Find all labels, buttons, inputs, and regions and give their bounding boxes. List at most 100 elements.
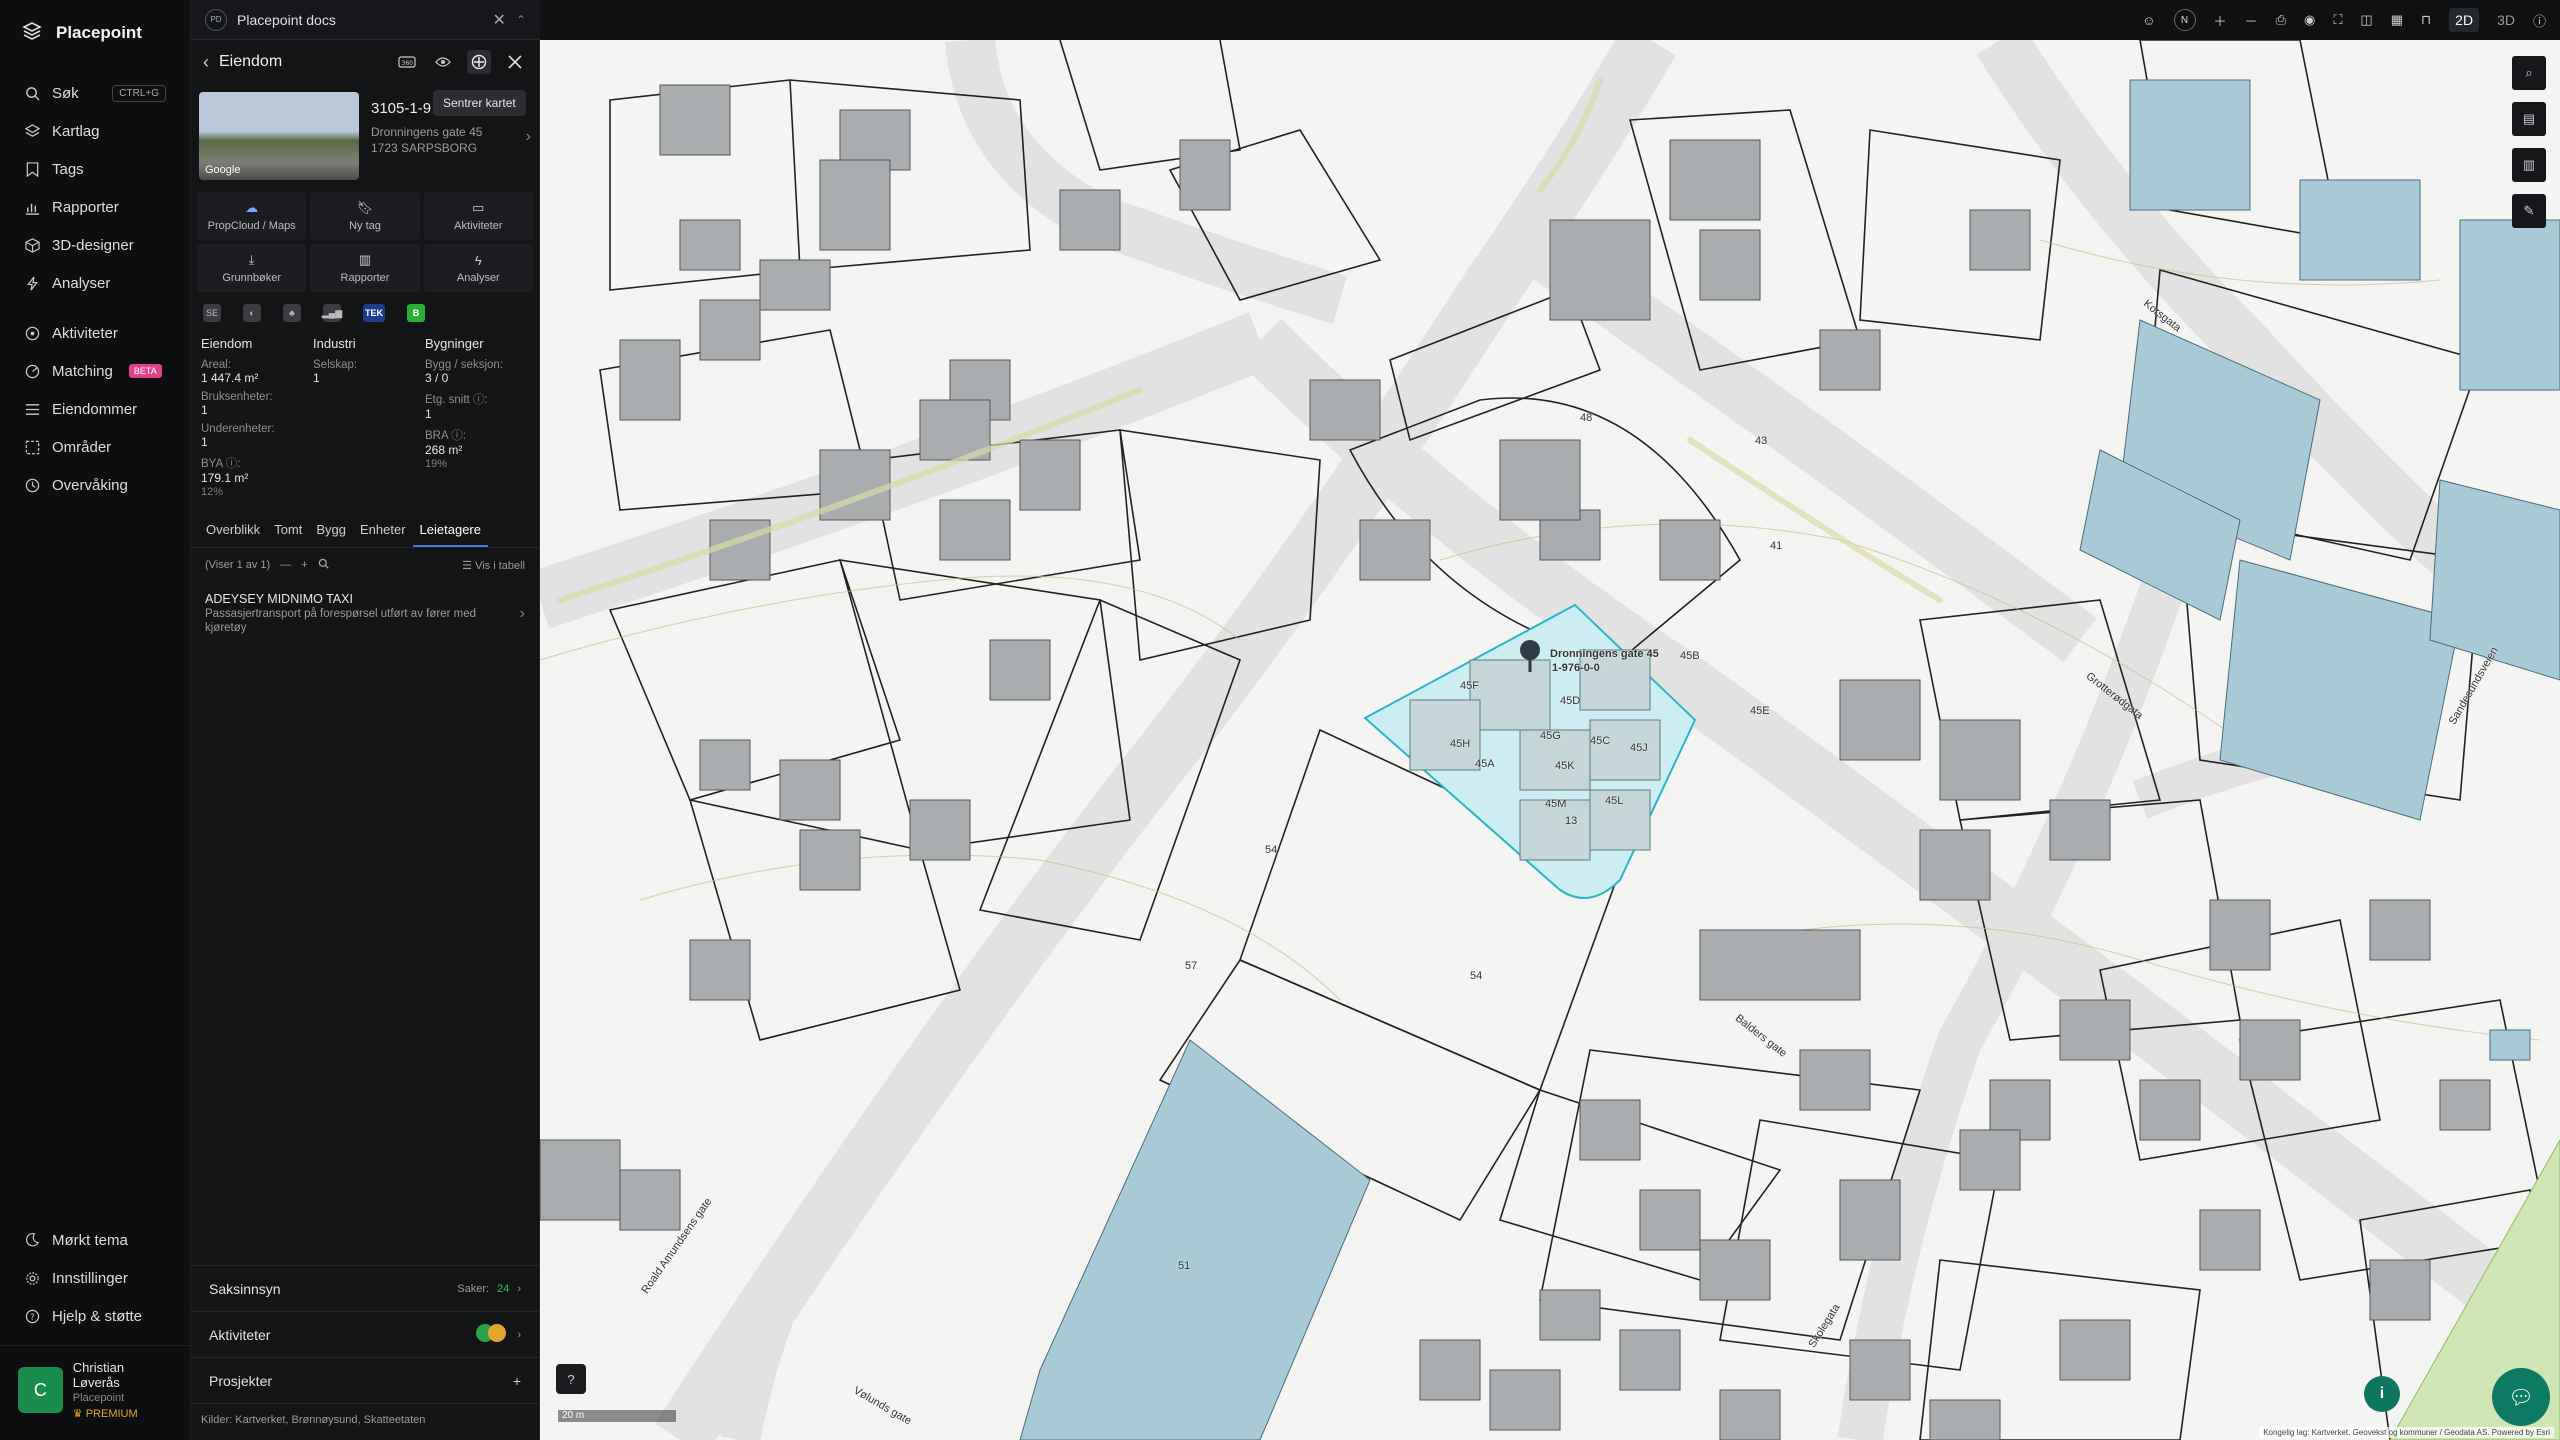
property-panel: ‹ Eiendom 360 Sentrer kartet Google 3105…: [191, 40, 540, 1440]
nav-item-search[interactable]: Søk CTRL+G: [0, 74, 190, 112]
tab-tomt[interactable]: Tomt: [267, 514, 309, 547]
saksinnsyn-row[interactable]: Saksinnsyn Saker: 24 ›: [191, 1265, 539, 1311]
brand[interactable]: Placepoint: [0, 0, 190, 66]
info-icon[interactable]: ⓘ: [2533, 11, 2546, 30]
streetview-icon[interactable]: 360: [395, 50, 419, 74]
chevron-right-icon: ›: [517, 1328, 521, 1341]
camera-icon[interactable]: ◫: [2360, 12, 2372, 28]
plus-icon[interactable]: +: [301, 559, 307, 571]
nav-item-help[interactable]: ? Hjelp & støtte: [0, 1297, 190, 1335]
tab-bygg[interactable]: Bygg: [309, 514, 353, 547]
nav-item-kartlag[interactable]: Kartlag: [0, 112, 190, 150]
fact-value: 268 m²: [425, 443, 463, 457]
shortcut-badge: CTRL+G: [112, 84, 166, 102]
prosjekter-row[interactable]: Prosjekter +: [191, 1357, 539, 1403]
globe-icon[interactable]: ◐: [243, 304, 261, 322]
map-tool-measure-icon[interactable]: ▤: [2512, 102, 2546, 136]
tab-overblikk[interactable]: Overblikk: [199, 514, 267, 547]
selected-address-label: Dronningens gate 45: [1550, 648, 1659, 660]
fact-value: 1: [313, 371, 320, 385]
zoom-in-icon[interactable]: ＋: [2214, 11, 2227, 30]
print-icon[interactable]: ⎙: [2276, 12, 2286, 28]
source-tek-icon[interactable]: TEK: [363, 304, 385, 322]
nav-item-matching[interactable]: Matching BETA: [0, 352, 190, 390]
facts-eiendom: Eiendom Areal: 1 447.4 m² Bruksenheter: …: [201, 336, 305, 502]
parcel-label: 41: [1770, 540, 1783, 552]
map-canvas[interactable]: Dronningens gate 45 1-976-0-0 Korsgata G…: [540, 40, 2560, 1440]
chevron-right-icon[interactable]: ›: [526, 128, 531, 146]
back-arrow-icon[interactable]: ‹: [203, 52, 209, 73]
fact-label: BYA ⓘ:: [201, 458, 241, 470]
chevron-updown-icon[interactable]: ⌃: [516, 13, 526, 27]
action-label: PropCloud / Maps: [207, 220, 296, 232]
center-map-icon[interactable]: [467, 50, 491, 74]
list-item[interactable]: ADEYSEY MIDNIMO TAXI Passasjertransport …: [191, 582, 539, 646]
user-name: Christian Løverås: [72, 1360, 125, 1390]
parcel-label: 45A: [1475, 758, 1495, 770]
compass-icon[interactable]: N: [2173, 9, 2196, 31]
action-new-tag[interactable]: 🔖︎ Ny tag: [310, 192, 420, 240]
aktiviteter-row[interactable]: Aktiviteter ›: [191, 1311, 539, 1357]
nav-item-rapporter[interactable]: Rapporter: [0, 188, 190, 226]
eye-icon[interactable]: [431, 50, 455, 74]
user-profile[interactable]: C Christian Løverås Placepoint ♛ PREMIUM: [0, 1345, 190, 1440]
plan-badge: ♛ PREMIUM: [73, 1407, 172, 1420]
chevron-right-icon: ›: [517, 1282, 521, 1295]
minus-icon[interactable]: —: [280, 559, 291, 571]
action-analyses[interactable]: ϟ Analyser: [423, 244, 533, 292]
plant-icon[interactable]: ♣: [283, 304, 301, 322]
map-tool-edit-icon[interactable]: ✎: [2512, 194, 2546, 228]
nav-item-overvaking[interactable]: Overvåking: [0, 466, 190, 504]
area-icon: [24, 439, 40, 455]
add-project[interactable]: +: [513, 1373, 521, 1389]
action-reports[interactable]: ▥ Rapporter: [310, 244, 420, 292]
fullscreen-icon[interactable]: ⛶: [2333, 12, 2342, 28]
download-icon: ⤓: [248, 252, 255, 267]
fact-label: Areal:: [201, 359, 232, 371]
grid-icon[interactable]: ▦: [2391, 12, 2403, 28]
list-toolbar: (Viser 1 av 1) — + ☰ Vis i tabell: [191, 548, 539, 582]
action-activities[interactable]: ▭ Aktiviteter: [423, 192, 533, 240]
search-icon[interactable]: [318, 558, 329, 572]
nav-item-eiendommer[interactable]: Eiendommer: [0, 390, 190, 428]
help-icon[interactable]: ?: [556, 1364, 586, 1394]
docs-title[interactable]: Placepoint docs: [237, 12, 336, 28]
info-icon[interactable]: i: [2364, 1376, 2400, 1412]
saker-count: 24: [497, 1282, 510, 1295]
action-land-registry[interactable]: ⤓ Grunnbøker: [197, 244, 307, 292]
signal-icon[interactable]: ▂▄▆: [322, 304, 342, 322]
nav-item-aktiviteter[interactable]: Aktiviteter: [0, 314, 190, 352]
tab-leietagere[interactable]: Leietagere: [412, 514, 488, 547]
street-photo[interactable]: Google: [199, 92, 359, 180]
mode-3d-button[interactable]: 3D: [2497, 12, 2515, 28]
action-grid: ☁ PropCloud / Maps 🔖︎ Ny tag ▭ Aktiviteter …: [191, 188, 539, 296]
robot-icon[interactable]: ☺: [2142, 13, 2155, 28]
saker-label: Saker:: [457, 1282, 490, 1295]
tab-enheter[interactable]: Enheter: [353, 514, 413, 547]
action-propcloud[interactable]: ☁ PropCloud / Maps: [197, 192, 307, 240]
eye-icon[interactable]: ◉: [2304, 12, 2315, 28]
header-tools: 360: [395, 50, 527, 74]
map-tool-search-icon[interactable]: ⌕: [2512, 56, 2546, 90]
source-b-icon[interactable]: B: [407, 304, 425, 322]
nav-separator: [0, 302, 190, 314]
view-table-button[interactable]: ☰ Vis i tabell: [462, 559, 525, 572]
fact-value: 1: [201, 435, 208, 449]
panel-header: ‹ Eiendom 360: [191, 40, 539, 84]
nav-item-dark-theme[interactable]: Mørkt tema: [0, 1221, 190, 1259]
zoom-out-icon[interactable]: －: [2245, 11, 2258, 30]
source-se-icon[interactable]: SE: [203, 304, 221, 322]
mode-2d-button[interactable]: 2D: [2449, 8, 2480, 32]
nav-item-tags[interactable]: Tags: [0, 150, 190, 188]
nav-item-analyser[interactable]: Analyser: [0, 264, 190, 302]
close-icon[interactable]: [503, 50, 527, 74]
nav-item-3d-designer[interactable]: 3D-designer: [0, 226, 190, 264]
avatar: C: [18, 1367, 63, 1413]
close-icon[interactable]: ✕: [493, 10, 506, 30]
plus-icon: +: [512, 1372, 521, 1389]
chat-icon[interactable]: 💬︎: [2492, 1368, 2550, 1426]
bookmark-icon[interactable]: ⊓: [2421, 12, 2431, 28]
nav-item-omrader[interactable]: Områder: [0, 428, 190, 466]
map-tool-chart-icon[interactable]: ▥: [2512, 148, 2546, 182]
nav-item-settings[interactable]: Innstillinger: [0, 1259, 190, 1297]
